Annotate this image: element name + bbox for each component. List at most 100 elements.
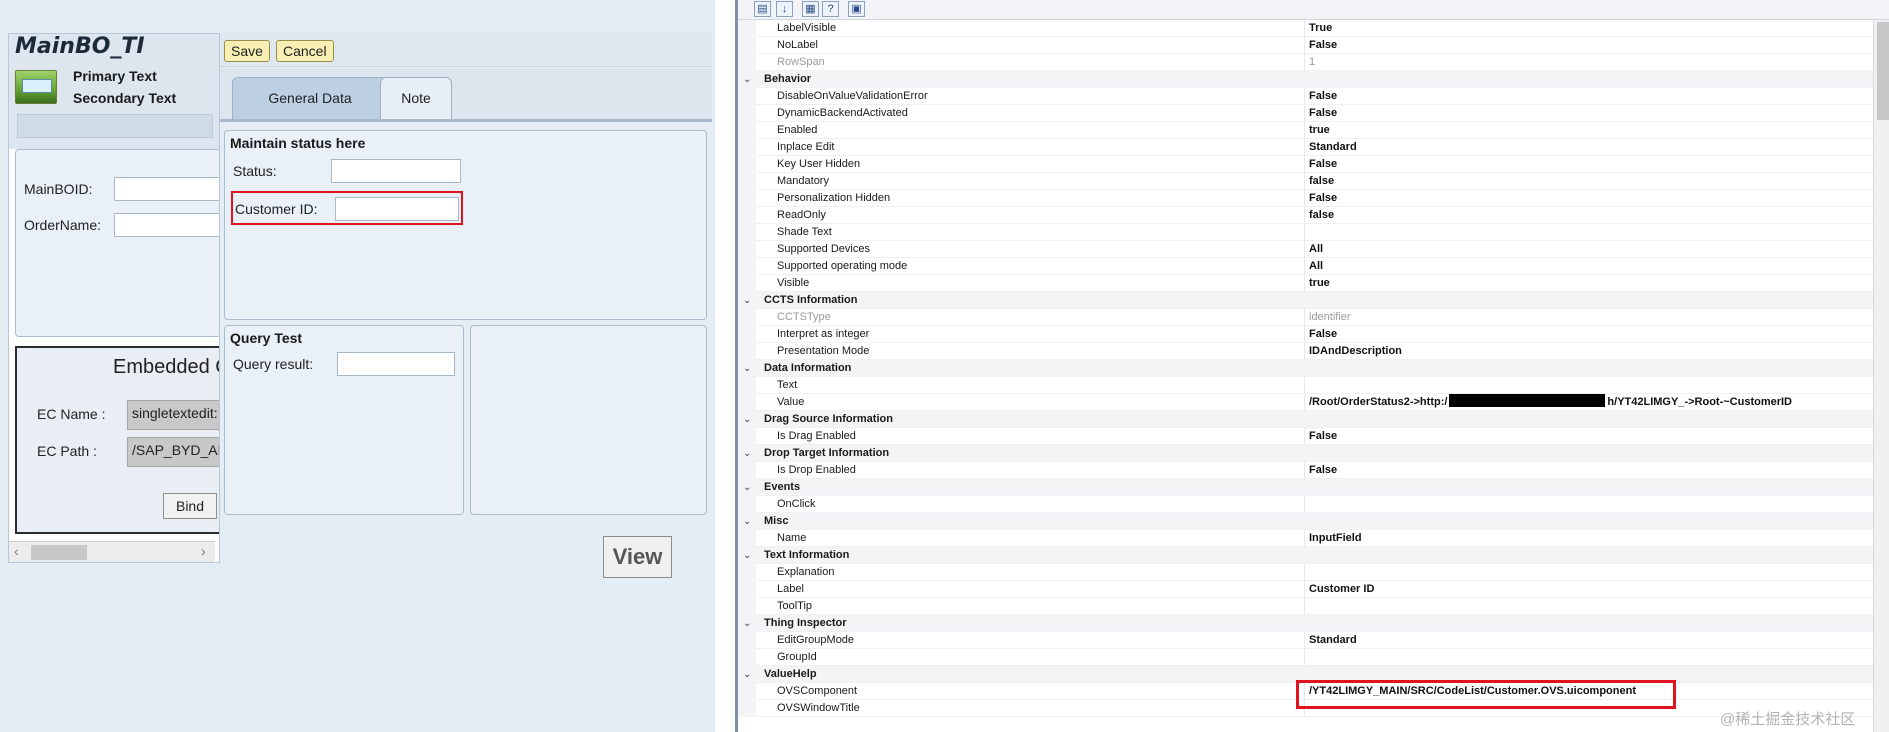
scroll-left-icon[interactable]: ‹: [14, 543, 19, 559]
collapse-chevron-icon[interactable]: ⌄: [743, 479, 751, 496]
view-button[interactable]: View: [603, 536, 672, 578]
row-gutter: [738, 394, 756, 411]
property-category[interactable]: ⌄ Events: [738, 479, 1873, 496]
scroll-right-icon[interactable]: ›: [201, 543, 206, 559]
property-category[interactable]: ⌄ Behavior: [738, 71, 1873, 88]
property-category[interactable]: ⌄ CCTS Information: [738, 292, 1873, 309]
property-category[interactable]: ⌄ Thing Inspector: [738, 615, 1873, 632]
property-row[interactable]: Shade Text: [738, 224, 1873, 241]
property-value[interactable]: true: [1309, 275, 1330, 292]
property-row[interactable]: DisableOnValueValidationError False: [738, 88, 1873, 105]
property-row[interactable]: ToolTip: [738, 598, 1873, 615]
property-row[interactable]: Inplace Edit Standard: [738, 139, 1873, 156]
status-input[interactable]: [331, 159, 461, 183]
row-gutter: [738, 54, 756, 71]
property-value[interactable]: True: [1309, 20, 1332, 37]
property-row[interactable]: Visible true: [738, 275, 1873, 292]
property-value[interactable]: false: [1309, 207, 1334, 224]
customer-id-label: Customer ID:: [235, 201, 318, 217]
property-value[interactable]: true: [1309, 122, 1330, 139]
tab-note[interactable]: Note: [380, 77, 452, 119]
property-row[interactable]: GroupId: [738, 649, 1873, 666]
property-value[interactable]: False: [1309, 105, 1337, 122]
collapse-chevron-icon[interactable]: ⌄: [743, 615, 751, 632]
property-value[interactable]: /Root/OrderStatus2->http:/ h/YT42LIMGY_->…: [1309, 394, 1792, 411]
property-row[interactable]: DynamicBackendActivated False: [738, 105, 1873, 122]
property-row[interactable]: OnClick: [738, 496, 1873, 513]
property-row[interactable]: Enabled true: [738, 122, 1873, 139]
property-value[interactable]: False: [1309, 37, 1337, 54]
property-scroll-thumb[interactable]: [1877, 22, 1889, 120]
property-row[interactable]: Supported operating mode All: [738, 258, 1873, 275]
bind-button[interactable]: Bind: [163, 493, 217, 519]
property-value[interactable]: False: [1309, 156, 1337, 173]
property-row[interactable]: EditGroupMode Standard: [738, 632, 1873, 649]
property-value[interactable]: Customer ID: [1309, 581, 1374, 598]
property-value[interactable]: Standard: [1309, 632, 1357, 649]
alphabetical-icon[interactable]: ↓: [776, 1, 793, 17]
property-value[interactable]: All: [1309, 258, 1323, 275]
property-value[interactable]: False: [1309, 190, 1337, 207]
property-row[interactable]: Supported Devices All: [738, 241, 1873, 258]
help-icon[interactable]: ?: [822, 1, 839, 17]
save-button[interactable]: Save: [224, 40, 270, 62]
property-category[interactable]: ⌄ Drop Target Information: [738, 445, 1873, 462]
property-row[interactable]: CCTSType identifier: [738, 309, 1873, 326]
property-row[interactable]: Presentation Mode IDAndDescription: [738, 343, 1873, 360]
property-row[interactable]: Is Drop Enabled False: [738, 462, 1873, 479]
query-result-input[interactable]: [337, 352, 455, 376]
property-row[interactable]: Label Customer ID: [738, 581, 1873, 598]
property-value[interactable]: All: [1309, 241, 1323, 258]
mainboid-input[interactable]: [114, 177, 219, 201]
property-value[interactable]: false: [1309, 173, 1334, 190]
property-value[interactable]: False: [1309, 428, 1337, 445]
property-category[interactable]: ⌄ Data Information: [738, 360, 1873, 377]
property-row[interactable]: Value/Root/OrderStatus2->http:/ h/YT42LIM…: [738, 394, 1873, 411]
property-value[interactable]: InputField: [1309, 530, 1362, 547]
categorized-icon[interactable]: ▤: [754, 1, 771, 17]
collapse-chevron-icon[interactable]: ⌄: [743, 360, 751, 377]
property-category[interactable]: ⌄ Misc: [738, 513, 1873, 530]
collapse-chevron-icon[interactable]: ⌄: [743, 513, 751, 530]
property-pages-icon[interactable]: ▦: [802, 1, 819, 17]
ovs-component-highlight: [1296, 680, 1676, 709]
collapse-chevron-icon[interactable]: ⌄: [743, 71, 751, 88]
property-value[interactable]: Standard: [1309, 139, 1357, 156]
property-row[interactable]: Name InputField: [738, 530, 1873, 547]
property-row[interactable]: ReadOnly false: [738, 207, 1873, 224]
property-row[interactable]: Interpret as integer False: [738, 326, 1873, 343]
property-value[interactable]: False: [1309, 462, 1337, 479]
collapse-chevron-icon[interactable]: ⌄: [743, 445, 751, 462]
ordername-input[interactable]: [114, 213, 219, 237]
property-value[interactable]: False: [1309, 326, 1337, 343]
property-row[interactable]: Text: [738, 377, 1873, 394]
property-row[interactable]: Mandatory false: [738, 173, 1873, 190]
property-row[interactable]: Personalization Hidden False: [738, 190, 1873, 207]
property-row[interactable]: Is Drag Enabled False: [738, 428, 1873, 445]
property-scrollbar[interactable]: [1873, 20, 1889, 732]
cancel-button[interactable]: Cancel: [276, 40, 334, 62]
property-row[interactable]: LabelVisible True: [738, 20, 1873, 37]
property-value[interactable]: IDAndDescription: [1309, 343, 1402, 360]
horizontal-scrollbar[interactable]: ‹ ›: [9, 541, 215, 562]
property-category[interactable]: ⌄ Drag Source Information: [738, 411, 1873, 428]
tab-general-data[interactable]: General Data: [232, 77, 388, 119]
property-value[interactable]: identifier: [1309, 309, 1351, 326]
ec-name-field[interactable]: singletextedit:: [127, 400, 219, 430]
property-row[interactable]: RowSpan 1: [738, 54, 1873, 71]
collapse-chevron-icon[interactable]: ⌄: [743, 666, 751, 683]
property-row[interactable]: NoLabel False: [738, 37, 1873, 54]
collapse-chevron-icon[interactable]: ⌄: [743, 411, 751, 428]
customer-id-input[interactable]: [335, 197, 459, 221]
scroll-thumb[interactable]: [31, 545, 87, 560]
property-value[interactable]: 1: [1309, 54, 1315, 71]
events-icon[interactable]: ▣: [848, 1, 865, 17]
row-gutter: [738, 496, 756, 513]
property-value[interactable]: False: [1309, 88, 1337, 105]
property-row[interactable]: Key User Hidden False: [738, 156, 1873, 173]
property-row[interactable]: Explanation: [738, 564, 1873, 581]
collapse-chevron-icon[interactable]: ⌄: [743, 292, 751, 309]
ec-path-field[interactable]: /SAP_BYD_AP: [127, 437, 219, 467]
collapse-chevron-icon[interactable]: ⌄: [743, 547, 751, 564]
property-category[interactable]: ⌄ Text Information: [738, 547, 1873, 564]
